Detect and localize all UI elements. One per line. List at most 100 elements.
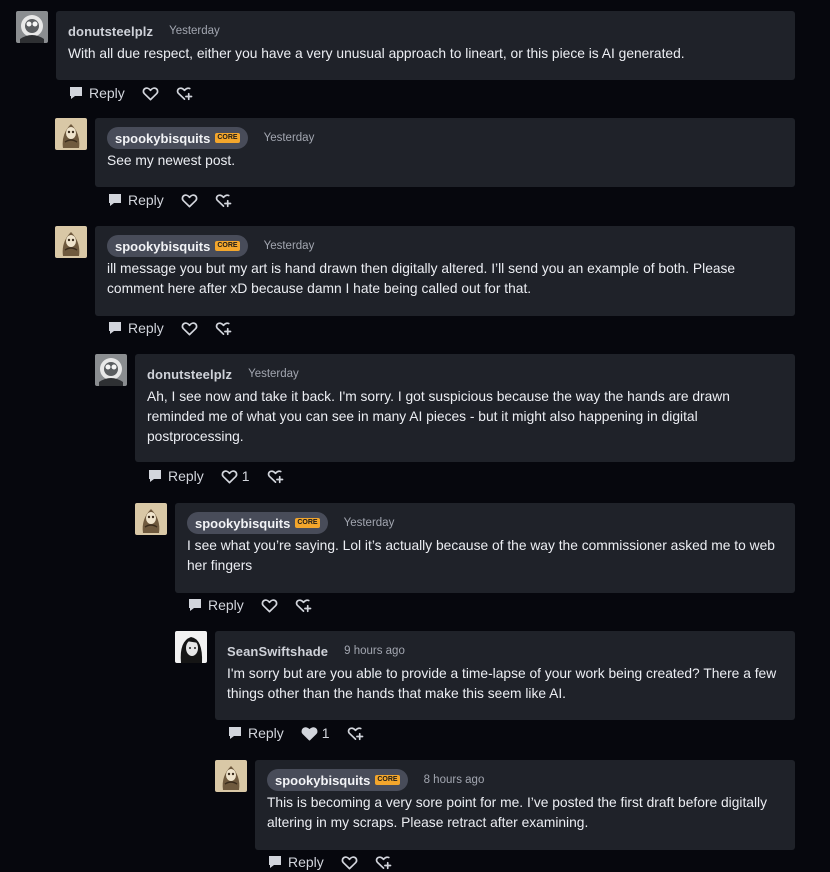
core-badge: CORE bbox=[215, 133, 240, 143]
username-link: spookybisquits bbox=[275, 772, 371, 788]
like-button[interactable]: 1 bbox=[301, 725, 330, 741]
timestamp: Yesterday bbox=[263, 240, 315, 252]
comment-actions: Reply bbox=[68, 83, 193, 103]
comment-text: Ah, I see now and take it back. I'm sorr… bbox=[147, 389, 730, 444]
heart-icon bbox=[181, 193, 198, 208]
comment-bubble: SeanSwiftshade 9 hours ago I'm sorry but… bbox=[215, 631, 795, 720]
like-button[interactable] bbox=[142, 86, 159, 101]
reply-icon bbox=[68, 85, 84, 101]
like-button[interactable]: 1 bbox=[221, 468, 250, 484]
timestamp: Yesterday bbox=[343, 517, 395, 529]
comment-actions: Reply bbox=[267, 852, 392, 872]
avatar-spookybisquits[interactable] bbox=[55, 118, 87, 150]
comment-bubble: donutsteelplz Yesterday Ah, I see now an… bbox=[135, 354, 795, 462]
username-link[interactable]: donutsteelplz bbox=[147, 367, 232, 382]
give-button[interactable] bbox=[375, 855, 392, 870]
like-button[interactable] bbox=[261, 598, 278, 613]
reply-label: Reply bbox=[168, 468, 204, 484]
reply-button[interactable]: Reply bbox=[107, 192, 164, 208]
heart-icon bbox=[261, 598, 278, 613]
comment-text: I see what you’re saying. Lol it’s actua… bbox=[187, 538, 775, 573]
reply-icon bbox=[107, 192, 123, 208]
comment-text: See my newest post. bbox=[107, 153, 236, 168]
comment-7: spookybisquits CORE 8 hours ago This is b… bbox=[215, 760, 795, 872]
avatar-seanswiftshade[interactable] bbox=[175, 631, 207, 663]
reply-icon bbox=[227, 725, 243, 741]
reply-button[interactable]: Reply bbox=[147, 468, 204, 484]
give-button[interactable] bbox=[295, 598, 312, 613]
comment-bubble: spookybisquits CORE 8 hours ago This is b… bbox=[255, 760, 795, 850]
give-button[interactable] bbox=[267, 469, 284, 484]
reply-label: Reply bbox=[89, 85, 125, 101]
comment-3: spookybisquits CORE Yesterday ill message… bbox=[55, 226, 795, 346]
reply-label: Reply bbox=[288, 854, 324, 870]
heart-filled-icon bbox=[301, 726, 318, 741]
username-pill[interactable]: spookybisquits CORE bbox=[107, 127, 248, 149]
comment-bubble: spookybisquits CORE Yesterday ill message… bbox=[95, 226, 795, 316]
give-button[interactable] bbox=[176, 86, 193, 101]
comment-bubble: donutsteelplz Yesterday With all due res… bbox=[56, 11, 795, 80]
comment-5: spookybisquits CORE Yesterday I see what … bbox=[135, 503, 795, 623]
comment-actions: Reply 1 bbox=[227, 723, 364, 743]
like-count: 1 bbox=[241, 468, 250, 484]
avatar-donutsteelplz[interactable] bbox=[16, 11, 48, 43]
heart-plus-icon bbox=[215, 193, 232, 208]
like-count: 1 bbox=[321, 725, 330, 741]
comment-1: donutsteelplz Yesterday With all due res… bbox=[16, 11, 795, 111]
timestamp: 9 hours ago bbox=[344, 645, 405, 657]
comment-6: SeanSwiftshade 9 hours ago I'm sorry but… bbox=[175, 631, 795, 751]
comment-bubble: spookybisquits CORE Yesterday I see what … bbox=[175, 503, 795, 593]
reply-label: Reply bbox=[208, 597, 244, 613]
reply-button[interactable]: Reply bbox=[187, 597, 244, 613]
avatar-spookybisquits[interactable] bbox=[215, 760, 247, 792]
reply-button[interactable]: Reply bbox=[68, 85, 125, 101]
heart-icon bbox=[181, 321, 198, 336]
core-badge: CORE bbox=[375, 775, 400, 785]
reply-button[interactable]: Reply bbox=[267, 854, 324, 870]
heart-plus-icon bbox=[176, 86, 193, 101]
comment-actions: Reply bbox=[187, 595, 312, 615]
comment-2: spookybisquits CORE Yesterday See my newe… bbox=[55, 118, 795, 218]
heart-icon bbox=[142, 86, 159, 101]
heart-plus-icon bbox=[295, 598, 312, 613]
reply-icon bbox=[147, 468, 163, 484]
like-button[interactable] bbox=[341, 855, 358, 870]
reply-icon bbox=[107, 320, 123, 336]
comment-actions: Reply bbox=[107, 318, 232, 338]
give-button[interactable] bbox=[215, 321, 232, 336]
reply-label: Reply bbox=[128, 320, 164, 336]
username-link[interactable]: donutsteelplz bbox=[68, 24, 153, 39]
username-link: spookybisquits bbox=[115, 238, 211, 254]
comment-text: This is becoming a very sore point for m… bbox=[267, 795, 767, 830]
heart-icon bbox=[221, 469, 238, 484]
reply-label: Reply bbox=[248, 725, 284, 741]
avatar-donutsteelplz[interactable] bbox=[95, 354, 127, 386]
comment-actions: Reply 1 bbox=[147, 466, 284, 486]
username-pill[interactable]: spookybisquits CORE bbox=[187, 512, 328, 534]
reply-icon bbox=[267, 854, 283, 870]
like-button[interactable] bbox=[181, 321, 198, 336]
username-link[interactable]: SeanSwiftshade bbox=[227, 644, 328, 659]
give-button[interactable] bbox=[347, 726, 364, 741]
comment-4: donutsteelplz Yesterday Ah, I see now an… bbox=[95, 354, 795, 494]
username-link: spookybisquits bbox=[195, 515, 291, 531]
like-button[interactable] bbox=[181, 193, 198, 208]
timestamp: Yesterday bbox=[169, 25, 220, 37]
avatar-spookybisquits[interactable] bbox=[55, 226, 87, 258]
core-badge: CORE bbox=[215, 241, 240, 251]
comment-text: I'm sorry but are you able to provide a … bbox=[227, 666, 777, 701]
timestamp: Yesterday bbox=[263, 132, 315, 144]
reply-icon bbox=[187, 597, 203, 613]
timestamp: Yesterday bbox=[248, 368, 299, 380]
reply-button[interactable]: Reply bbox=[227, 725, 284, 741]
reply-button[interactable]: Reply bbox=[107, 320, 164, 336]
username-link: spookybisquits bbox=[115, 130, 211, 146]
heart-plus-icon bbox=[375, 855, 392, 870]
give-button[interactable] bbox=[215, 193, 232, 208]
heart-plus-icon bbox=[347, 726, 364, 741]
avatar-spookybisquits[interactable] bbox=[135, 503, 167, 535]
reply-label: Reply bbox=[128, 192, 164, 208]
username-pill[interactable]: spookybisquits CORE bbox=[107, 235, 248, 257]
comment-actions: Reply bbox=[107, 190, 232, 210]
username-pill[interactable]: spookybisquits CORE bbox=[267, 769, 408, 791]
